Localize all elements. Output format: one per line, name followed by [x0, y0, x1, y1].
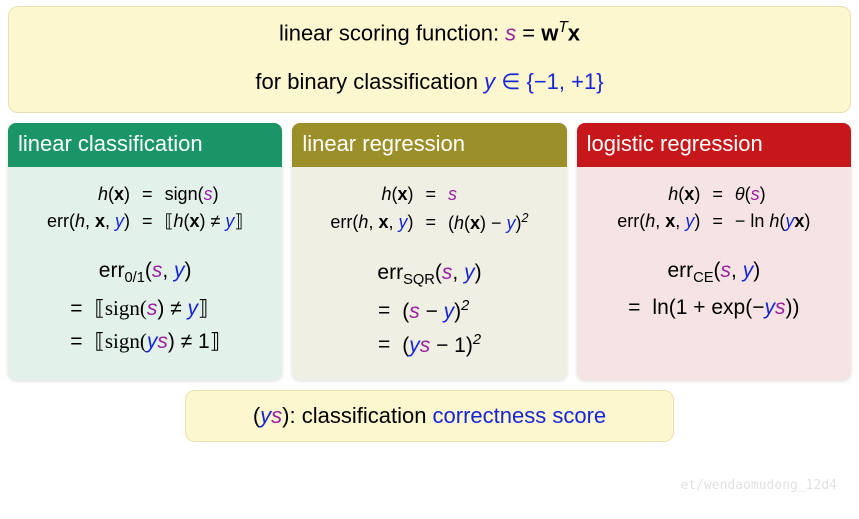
watermark-text: et/wendaomudong_12d4 [680, 478, 837, 493]
w-vector: w [541, 20, 558, 45]
col-header: linear classification [8, 123, 282, 167]
col-header: linear regression [292, 123, 566, 167]
err01-title: err0/1(s, y) [18, 259, 272, 286]
col-header: logistic regression [577, 123, 851, 167]
y-var: y [484, 69, 495, 94]
h-of-x: h(x) [324, 181, 419, 208]
equals: = [706, 181, 729, 208]
errce-line1: ln(1 + exp(−ys)) [646, 292, 805, 324]
bottom-box: (ys): classification correctness score [185, 390, 674, 442]
defs-table: h(x) = sign(s) err(h, x, y) = ⟦h(x) ≠ y⟧ [41, 181, 249, 235]
equals: = [706, 208, 729, 235]
equals: = [136, 208, 159, 235]
col-body: h(x) = sign(s) err(h, x, y) = ⟦h(x) ≠ y⟧ [8, 167, 282, 380]
errce-title: errCE(s, y) [587, 259, 841, 286]
indicator-h-neq-y: ⟦h(x) ≠ y⟧ [159, 208, 250, 235]
s-var: s [271, 403, 282, 428]
s-var: s [505, 20, 516, 45]
intro-text-2: for binary classification [255, 69, 484, 94]
h-of-x: h(x) [41, 181, 136, 208]
equals: = [64, 292, 88, 325]
col-logistic-regression: logistic regression h(x) = θ(s) err(h, x… [577, 123, 851, 380]
intro-text: linear scoring function: [279, 20, 505, 45]
equals: = [622, 292, 646, 324]
err01-line2: ⟦sign(ys) ≠ 1⟧ [88, 325, 226, 358]
neg-ln-hyx: − ln h(yx) [729, 208, 817, 235]
y-var: y [260, 403, 271, 428]
col-linear-classification: linear classification h(x) = sign(s) err… [8, 123, 282, 380]
in-sym: ∈ [501, 69, 526, 94]
rhs-s: s [442, 181, 535, 208]
sign-s: sign(s) [159, 181, 250, 208]
defs-table: h(x) = s err(h, x, y) = (h(x) − y)2 [324, 181, 534, 237]
theta-s: θ(s) [729, 181, 817, 208]
correctness-score-label: correctness score [433, 403, 607, 428]
err-hxy: err(h, x, y) [324, 208, 419, 237]
intro-box: linear scoring function: s = wTx for bin… [8, 6, 851, 113]
equals: = [522, 20, 541, 45]
err01-block: = ⟦sign(s) ≠ y⟧ = ⟦sign(ys) ≠ 1⟧ [64, 292, 226, 358]
equals: = [419, 208, 442, 237]
equals: = [136, 181, 159, 208]
col-body: h(x) = s err(h, x, y) = (h(x) − y)2 [292, 167, 566, 380]
x-vector: x [568, 20, 580, 45]
err01-line1: ⟦sign(s) ≠ y⟧ [88, 292, 226, 325]
bottom-text: ): classification [282, 403, 432, 428]
equals: = [372, 328, 396, 362]
intro-line-2: for binary classification y ∈ {−1, +1} [17, 67, 842, 98]
transpose-sup: T [558, 19, 567, 36]
err-hxy: err(h, x, y) [611, 208, 706, 235]
sq-err: (h(x) − y)2 [442, 208, 535, 237]
defs-table: h(x) = θ(s) err(h, x, y) = − ln h(yx) [611, 181, 816, 235]
errsqr-line2: (ys − 1)2 [396, 328, 487, 362]
errsqr-line1: (s − y)2 [396, 294, 487, 328]
err-hxy: err(h, x, y) [41, 208, 136, 235]
label-set: {−1, +1} [526, 69, 603, 94]
h-of-x: h(x) [611, 181, 706, 208]
errsqr-title: errSQR(s, y) [302, 261, 556, 288]
equals: = [372, 294, 396, 328]
col-body: h(x) = θ(s) err(h, x, y) = − ln h(yx) [577, 167, 851, 380]
equals: = [64, 325, 88, 358]
errsqr-block: = (s − y)2 = (ys − 1)2 [372, 294, 487, 362]
columns-row: linear classification h(x) = sign(s) err… [8, 123, 851, 380]
intro-line-1: linear scoring function: s = wTx [17, 17, 842, 49]
errce-block: = ln(1 + exp(−ys)) [622, 292, 805, 324]
col-linear-regression: linear regression h(x) = s err(h, x, y) [292, 123, 566, 380]
equals: = [419, 181, 442, 208]
